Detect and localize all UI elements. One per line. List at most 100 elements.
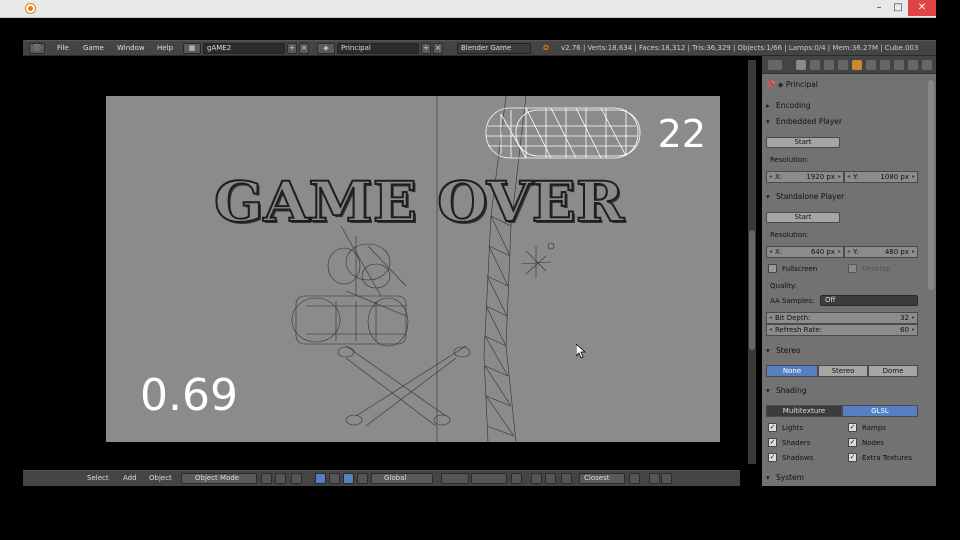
camera-render-icon[interactable]: [649, 473, 660, 484]
snap-icon[interactable]: [545, 473, 556, 484]
menu-add[interactable]: Add: [123, 474, 137, 482]
remove-screen-icon[interactable]: ×: [299, 43, 309, 54]
render-engine-dropdown[interactable]: Blender Game: [457, 43, 531, 54]
transform-orientation-dropdown[interactable]: Global: [371, 473, 433, 484]
bit-depth-field[interactable]: ◂ Bit Depth: 32 ▸: [766, 312, 918, 324]
stereo-stereo-button[interactable]: Stereo: [818, 365, 868, 377]
stereo-none-button[interactable]: None: [766, 365, 818, 377]
screen-name-field[interactable]: gAME2: [203, 43, 285, 54]
game-over-text: GAME OVER: [213, 169, 625, 235]
viewport-shading-icon[interactable]: [261, 473, 272, 484]
panel-standalone-player[interactable]: ▾ Standalone Player: [766, 190, 926, 204]
scene-tab-icon[interactable]: [824, 60, 834, 70]
aa-samples-dropdown[interactable]: Off: [820, 295, 918, 306]
snap-target-dropdown[interactable]: Closest: [579, 473, 625, 484]
minimize-icon[interactable]: –: [870, 0, 888, 16]
ramps-checkbox[interactable]: ✓: [848, 423, 857, 432]
extra-textures-checkbox[interactable]: ✓: [848, 453, 857, 462]
proportional-edit-icon[interactable]: [531, 473, 542, 484]
data-tab-icon[interactable]: [894, 60, 904, 70]
embedded-res-x-field[interactable]: ◂ X: 1920 px ▸: [766, 171, 844, 183]
lock-layers-icon[interactable]: [511, 473, 522, 484]
close-window-button[interactable]: ✕: [908, 0, 936, 16]
menu-help[interactable]: Help: [157, 44, 173, 52]
bit-depth-label: Bit Depth:: [775, 314, 811, 322]
object-tab-icon[interactable]: [852, 60, 862, 70]
screen-layout-icon[interactable]: ▦: [183, 43, 201, 54]
res-x-label: X:: [775, 173, 783, 181]
shadows-label: Shadows: [782, 454, 814, 462]
rotate-icon[interactable]: [343, 473, 354, 484]
embedded-resolution-label: Resolution:: [770, 156, 809, 164]
panel-system-title: System: [776, 473, 804, 482]
layers-icon[interactable]: [441, 473, 469, 484]
animation-render-icon[interactable]: [661, 473, 672, 484]
shading-glsl-button[interactable]: GLSL: [842, 405, 918, 417]
scale-icon[interactable]: [357, 473, 368, 484]
embedded-res-y-field[interactable]: ◂ Y: 1080 px ▸: [844, 171, 918, 183]
lights-checkbox[interactable]: ✓: [768, 423, 777, 432]
modifiers-tab-icon[interactable]: [880, 60, 890, 70]
desktop-checkbox[interactable]: [848, 264, 857, 273]
properties-scrollbar[interactable]: [928, 80, 934, 290]
maximize-icon[interactable]: □: [889, 0, 907, 16]
shading-multitexture-button[interactable]: Multitexture: [766, 405, 842, 417]
snap-element-icon[interactable]: [561, 473, 572, 484]
render-tab-icon[interactable]: [796, 60, 806, 70]
menu-file[interactable]: File: [57, 44, 69, 52]
panel-system[interactable]: ▾ System: [766, 471, 926, 485]
menu-game[interactable]: Game: [83, 44, 104, 52]
pivot-icon[interactable]: [275, 473, 286, 484]
scrollbar-thumb[interactable]: [749, 230, 755, 350]
standalone-start-button[interactable]: Start: [766, 212, 840, 223]
constraints-tab-icon[interactable]: [866, 60, 876, 70]
res-y-label: Y:: [853, 248, 859, 256]
menu-select[interactable]: Select: [87, 474, 109, 482]
panel-embedded-player[interactable]: ▾ Embedded Player: [766, 115, 926, 129]
embedded-start-button[interactable]: Start: [766, 137, 840, 148]
pivot-point-icon[interactable]: [291, 473, 302, 484]
window-titlebar: – □ ✕: [0, 0, 936, 18]
lights-label: Lights: [782, 424, 804, 432]
shadows-checkbox[interactable]: ✓: [768, 453, 777, 462]
menu-window[interactable]: Window: [117, 44, 145, 52]
extra-textures-label: Extra Textures: [862, 454, 912, 462]
refresh-rate-field[interactable]: ◂ Refresh Rate: 60 ▸: [766, 324, 918, 336]
world-tab-icon[interactable]: [838, 60, 848, 70]
timer-display: 0.69: [140, 370, 238, 421]
fullscreen-checkbox[interactable]: [768, 264, 777, 273]
stereo-dome-button[interactable]: Dome: [868, 365, 918, 377]
panel-shading[interactable]: ▾ Shading: [766, 384, 926, 398]
standalone-res-x-field[interactable]: ◂ X: 640 px ▸: [766, 246, 844, 258]
viewport-scrollbar[interactable]: [748, 60, 756, 464]
score-counter: 22: [657, 112, 706, 156]
add-scene-icon[interactable]: +: [421, 43, 431, 54]
layers-grid-icon[interactable]: [471, 473, 507, 484]
layers-tab-icon[interactable]: [810, 60, 820, 70]
editor-type-icon[interactable]: [768, 60, 782, 70]
material-tab-icon[interactable]: [908, 60, 918, 70]
scene-name-field[interactable]: Principal: [337, 43, 419, 54]
nodes-checkbox[interactable]: ✓: [848, 438, 857, 447]
texture-tab-icon[interactable]: [922, 60, 932, 70]
panel-stereo[interactable]: ▾ Stereo: [766, 344, 926, 358]
game-render-view[interactable]: GAME OVER 22 0.69: [106, 96, 720, 442]
mode-dropdown[interactable]: Object Mode: [181, 473, 257, 484]
scene-icon[interactable]: ◈: [317, 43, 335, 54]
translate-icon[interactable]: [329, 473, 340, 484]
standalone-res-y-field[interactable]: ◂ Y: 480 px ▸: [844, 246, 918, 258]
remove-scene-icon[interactable]: ×: [433, 43, 443, 54]
editor-type-icon[interactable]: ⓘ: [29, 43, 45, 54]
collapsed-arrow-icon: ▸: [766, 101, 770, 110]
panel-encoding[interactable]: ▸ Encoding: [766, 99, 926, 113]
menu-object[interactable]: Object: [149, 474, 172, 482]
quality-label: Quality:: [770, 282, 797, 290]
opengl-render-icon[interactable]: [629, 473, 640, 484]
expanded-arrow-icon: ▾: [766, 346, 770, 355]
shaders-checkbox[interactable]: ✓: [768, 438, 777, 447]
add-screen-icon[interactable]: +: [287, 43, 297, 54]
res-x-label: X:: [775, 248, 783, 256]
res-y-value: 480 px: [884, 248, 909, 256]
manipulator-icon[interactable]: [315, 473, 326, 484]
nodes-label: Nodes: [862, 439, 884, 447]
